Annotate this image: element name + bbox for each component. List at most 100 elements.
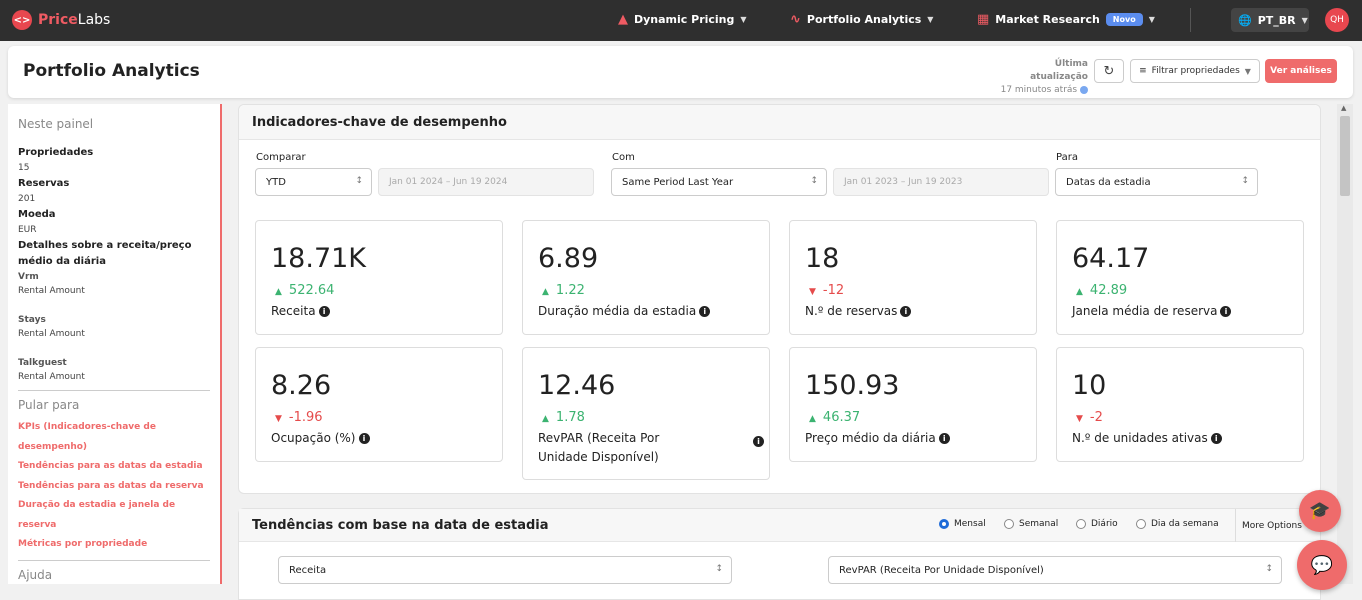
nav-portfolio-analytics-label: Portfolio Analytics bbox=[806, 13, 922, 26]
revenue-details-label: Detalhes sobre a receita/preço médio da … bbox=[18, 240, 192, 267]
source-name: Stays bbox=[18, 315, 46, 325]
jump-link-booking-trends[interactable]: Tendências para as datas da reserva bbox=[18, 477, 210, 497]
info-icon[interactable]: i bbox=[900, 306, 912, 317]
bookings-label: Reservas bbox=[18, 178, 70, 189]
new-badge: Novo bbox=[1105, 13, 1143, 26]
chevron-down-icon: ▼ bbox=[1301, 15, 1308, 25]
stay-trends-panel: Tendências com base na data de estadia M… bbox=[238, 508, 1321, 600]
jump-link-property-metrics[interactable]: Métricas por propriedade bbox=[18, 535, 210, 555]
kpi-value: 64.17 bbox=[1072, 243, 1150, 274]
info-icon[interactable]: i bbox=[358, 433, 370, 444]
nav-market-research-label: Market Research bbox=[995, 13, 1100, 26]
filter-properties-label: Filtrar propriedades bbox=[1151, 66, 1240, 76]
jump-link-kpis[interactable]: KPIs (Indicadores-chave de desempenho) bbox=[18, 418, 210, 457]
for-select[interactable]: Datas da estadia ↕ bbox=[1055, 168, 1258, 196]
info-icon[interactable]: i bbox=[1210, 433, 1222, 444]
scrollbar-thumb[interactable] bbox=[1340, 116, 1350, 196]
compare-label: Comparar bbox=[256, 152, 306, 163]
trend-line-icon: ∿ bbox=[790, 12, 801, 27]
filter-properties-button[interactable]: ≡ Filtrar propriedades ▼ bbox=[1130, 59, 1260, 83]
kpi-card: 12.46 ▲ 1.78 RevPAR (Receita Por Unidade Di… bbox=[522, 347, 770, 480]
info-icon[interactable]: i bbox=[753, 436, 764, 447]
nav-dynamic-pricing-label: Dynamic Pricing bbox=[634, 13, 735, 26]
page-header: Portfolio Analytics Última atualização 1… bbox=[8, 46, 1353, 98]
arrow-up-icon: ▲ bbox=[542, 414, 549, 424]
kpi-value: 6.89 bbox=[538, 243, 599, 274]
nav-dynamic-pricing[interactable]: ▲ Dynamic Pricing ▼ bbox=[618, 12, 747, 27]
academy-button[interactable]: 🎓 bbox=[1299, 490, 1341, 532]
updown-icon: ↕ bbox=[810, 176, 818, 186]
kpi-delta: ▲ 42.89 bbox=[1076, 283, 1127, 298]
for-label: Para bbox=[1056, 152, 1078, 163]
nav-market-research[interactable]: ▦ Market Research Novo ▼ bbox=[977, 12, 1155, 27]
chat-button[interactable]: 💬 bbox=[1297, 540, 1347, 590]
updown-icon: ↕ bbox=[1265, 564, 1273, 574]
currency-value: EUR bbox=[18, 225, 37, 235]
avatar[interactable]: QH bbox=[1325, 8, 1349, 32]
kpi-label: N.º de unidades ativas i bbox=[1072, 429, 1222, 448]
arrow-up-icon: ▲ bbox=[1076, 287, 1083, 297]
bookings-value: 201 bbox=[18, 194, 36, 204]
scroll-up-icon[interactable]: ▲ bbox=[1341, 104, 1346, 112]
language-selector[interactable]: 🌐 PT_BR ▼ bbox=[1231, 8, 1309, 32]
refresh-button[interactable]: ↻ bbox=[1094, 59, 1124, 83]
left-metric-select[interactable]: Receita ↕ bbox=[278, 556, 732, 584]
last-update-value: 17 minutos atrás bbox=[1000, 85, 1078, 95]
kpi-label-text: Duração média da estadia bbox=[538, 304, 697, 318]
right-metric-select[interactable]: RevPAR (Receita Por Unidade Disponível) … bbox=[828, 556, 1282, 584]
kpi-delta-value: -12 bbox=[822, 283, 845, 298]
kpi-panel: Indicadores-chave de desempenho Comparar… bbox=[238, 104, 1321, 494]
kpi-label: Ocupação (%) i bbox=[271, 429, 370, 448]
source-name: Vrm bbox=[18, 272, 39, 282]
kpi-delta: ▲ 522.64 bbox=[275, 283, 334, 298]
left-metric-value: Receita bbox=[289, 564, 327, 576]
compare-select-value: YTD bbox=[266, 176, 286, 188]
with-select-value: Same Period Last Year bbox=[622, 176, 734, 188]
arrow-up-icon: ▲ bbox=[542, 287, 549, 297]
with-select[interactable]: Same Period Last Year ↕ bbox=[611, 168, 827, 196]
last-update-label: Última atualização bbox=[1030, 59, 1088, 82]
nav-divider bbox=[1190, 8, 1191, 32]
chevron-down-icon: ▼ bbox=[927, 15, 934, 24]
kpi-label-text: Janela média de reserva bbox=[1072, 304, 1218, 318]
kpi-value: 10 bbox=[1072, 370, 1107, 401]
info-icon[interactable] bbox=[1080, 85, 1088, 94]
for-select-value: Datas da estadia bbox=[1066, 176, 1151, 188]
pricelabs-logo[interactable]: <> PriceLabs bbox=[12, 10, 110, 30]
kpi-label: N.º de reservas i bbox=[805, 302, 912, 321]
kpi-card: 8.26 ▼ -1.96 Ocupação (%) i bbox=[255, 347, 503, 462]
currency-label: Moeda bbox=[18, 209, 56, 220]
info-icon[interactable]: i bbox=[1220, 306, 1232, 317]
chevron-down-icon: ▼ bbox=[740, 15, 747, 24]
kpi-panel-title: Indicadores-chave de desempenho bbox=[239, 105, 1320, 140]
jump-link-stay-trends[interactable]: Tendências para as datas da estadia bbox=[18, 457, 210, 477]
kpi-delta-value: 522.64 bbox=[288, 283, 335, 298]
kpi-label-text: Receita bbox=[271, 304, 316, 318]
chat-icon: 💬 bbox=[1310, 554, 1334, 576]
kpi-card: 18.71K ▲ 522.64 Receita i bbox=[255, 220, 503, 335]
kpi-label-text: Preço médio da diária bbox=[805, 431, 936, 445]
filter-icon: ≡ bbox=[1139, 66, 1147, 76]
radio-daily[interactable]: Diário bbox=[1076, 519, 1118, 529]
jump-link-stay-length[interactable]: Duração da estadia e janela de reserva bbox=[18, 496, 210, 535]
view-analyses-button[interactable]: Ver análises bbox=[1265, 59, 1337, 83]
kpi-label-text: N.º de unidades ativas bbox=[1072, 431, 1208, 445]
info-icon[interactable]: i bbox=[318, 306, 330, 317]
kpi-card: 64.17 ▲ 42.89 Janela média de reserva i bbox=[1056, 220, 1304, 335]
kpi-delta: ▼ -12 bbox=[809, 283, 844, 298]
in-panel-heading: Neste painel bbox=[18, 117, 94, 131]
info-icon[interactable]: i bbox=[699, 306, 711, 317]
nav-portfolio-analytics[interactable]: ∿ Portfolio Analytics ▼ bbox=[790, 12, 933, 27]
arrow-down-icon: ▼ bbox=[275, 414, 282, 424]
radio-weekday[interactable]: Dia da semana bbox=[1136, 519, 1219, 529]
radio-weekly[interactable]: Semanal bbox=[1004, 519, 1058, 529]
kpi-value: 8.26 bbox=[271, 370, 332, 401]
arrow-down-icon: ▼ bbox=[809, 287, 816, 297]
sidebar: Neste painel Propriedades 15 Reservas 20… bbox=[8, 104, 222, 584]
updown-icon: ↕ bbox=[355, 176, 363, 186]
info-icon[interactable]: i bbox=[938, 433, 950, 444]
radio-weekly-label: Semanal bbox=[1019, 519, 1059, 529]
properties-value: 15 bbox=[18, 163, 30, 173]
radio-monthly[interactable]: Mensal bbox=[939, 519, 986, 529]
compare-select[interactable]: YTD ↕ bbox=[255, 168, 372, 196]
